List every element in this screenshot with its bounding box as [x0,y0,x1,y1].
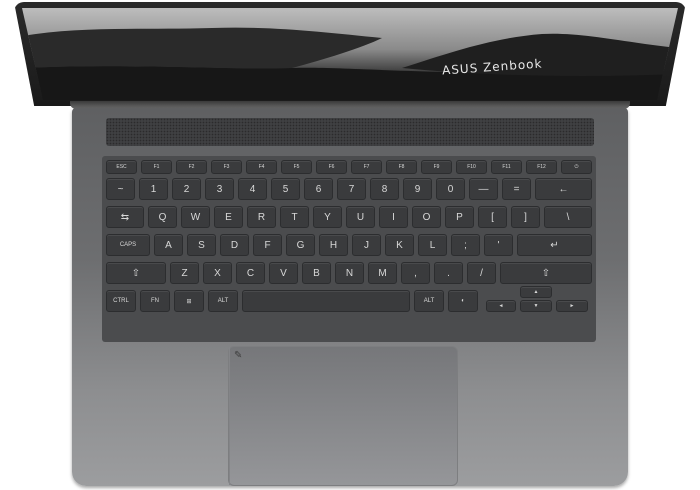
key-u[interactable]: U [346,206,375,228]
key-t[interactable]: T [280,206,309,228]
key-i[interactable]: I [379,206,408,228]
key-j[interactable]: J [352,234,381,256]
key-v[interactable]: V [269,262,298,284]
key-esc[interactable]: ESC [106,160,137,174]
key-p[interactable]: P [445,206,474,228]
key-arrow-up[interactable]: ▲ [520,286,552,298]
key-tilde[interactable]: ~ [106,178,135,200]
key-f6[interactable]: F6 [316,160,347,174]
key-caps[interactable]: CAPS [106,234,150,256]
key-f7[interactable]: F7 [351,160,382,174]
key-m[interactable]: M [368,262,397,284]
key-comma[interactable]: , [401,262,430,284]
key-h[interactable]: H [319,234,348,256]
key-4[interactable]: 4 [238,178,267,200]
key-e[interactable]: E [214,206,243,228]
key-s[interactable]: S [187,234,216,256]
key-o[interactable]: O [412,206,441,228]
key-w[interactable]: W [181,206,210,228]
key-backslash[interactable]: \ [544,206,592,228]
key-9[interactable]: 9 [403,178,432,200]
key-f9[interactable]: F9 [421,160,452,174]
key-n[interactable]: N [335,262,364,284]
key-enter[interactable]: ↵ [517,234,592,256]
key-f5[interactable]: F5 [281,160,312,174]
key-l[interactable]: L [418,234,447,256]
key-bracket-right[interactable]: ] [511,206,540,228]
key-2[interactable]: 2 [172,178,201,200]
speaker-grille [106,118,594,146]
laptop-screen: ASUS Zenbook [22,8,678,100]
key-f10[interactable]: F10 [456,160,487,174]
key-y[interactable]: Y [313,206,342,228]
key-fn[interactable]: FN [140,290,170,312]
key-⏻[interactable]: ⏻ [561,160,592,174]
key-f2[interactable]: F2 [176,160,207,174]
wallpaper-landscape [22,27,678,100]
key-f1[interactable]: F1 [141,160,172,174]
stylus-icon: ✎ [234,350,243,361]
key-space[interactable] [242,290,410,312]
keyboard: ESC F1 F2 F3 F4 F5 F6 F7 F8 F9 F10 F11 F12 ⏻ ~1 2 3 4 5 6 7 8… [102,156,596,342]
key-a[interactable]: A [154,234,183,256]
key-f4[interactable]: F4 [246,160,277,174]
key-quote[interactable]: ' [484,234,513,256]
key-7[interactable]: 7 [337,178,366,200]
key-f8[interactable]: F8 [386,160,417,174]
key-k[interactable]: K [385,234,414,256]
laptop-base: ESC F1 F2 F3 F4 F5 F6 F7 F8 F9 F10 F11 F12 ⏻ ~1 2 3 4 5 6 7 8… [72,108,628,486]
key-alt-right[interactable]: ALT [414,290,444,312]
key-8[interactable]: 8 [370,178,399,200]
key-6[interactable]: 6 [304,178,333,200]
key-1[interactable]: 1 [139,178,168,200]
key-f3[interactable]: F3 [211,160,242,174]
key-ctrl[interactable]: CTRL [106,290,136,312]
key-r[interactable]: R [247,206,276,228]
key-5[interactable]: 5 [271,178,300,200]
key-0[interactable]: 0 [436,178,465,200]
key-q[interactable]: Q [148,206,177,228]
trackpad-left-edge [229,347,230,485]
key-arrow-left[interactable]: ◄ [486,300,516,312]
key-d[interactable]: D [220,234,249,256]
key-windows[interactable]: ⊞ [174,290,204,312]
key-shift-left[interactable]: ⇧ [106,262,166,284]
key-g[interactable]: G [286,234,315,256]
key-shift-right[interactable]: ⇧ [500,262,592,284]
key-c[interactable]: C [236,262,265,284]
key-alt-left[interactable]: ALT [208,290,238,312]
key-slash[interactable]: / [467,262,496,284]
key-tab[interactable]: ⇆ [106,206,144,228]
laptop: ASUS Zenbook ESC F1 F2 F3 F4 F5 F6 F7 F8 F9 F10 F11… [0,0,700,490]
key-equals[interactable]: = [502,178,531,200]
key-arrow-right[interactable]: ► [556,300,588,312]
key-z[interactable]: Z [170,262,199,284]
key-f12[interactable]: F12 [526,160,557,174]
key-copilot[interactable]: ◐ [448,290,478,312]
key-3[interactable]: 3 [205,178,234,200]
key-backspace[interactable]: ← [535,178,592,200]
key-semicolon[interactable]: ; [451,234,480,256]
key-arrow-down[interactable]: ▼ [520,300,552,312]
key-minus[interactable]: — [469,178,498,200]
key-x[interactable]: X [203,262,232,284]
key-f[interactable]: F [253,234,282,256]
key-period[interactable]: . [434,262,463,284]
key-f11[interactable]: F11 [491,160,522,174]
key-bracket-left[interactable]: [ [478,206,507,228]
trackpad[interactable] [228,346,458,486]
key-b[interactable]: B [302,262,331,284]
